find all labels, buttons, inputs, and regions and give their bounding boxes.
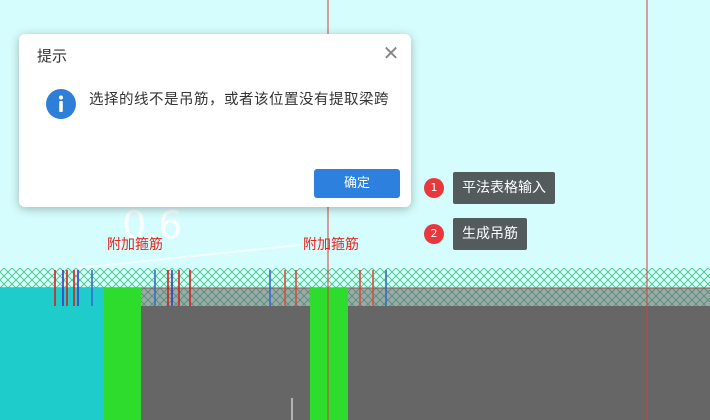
column-green-middle xyxy=(310,288,348,420)
step-badge: 2 xyxy=(424,224,444,244)
alert-dialog: 提示 ✕ 选择的线不是吊筋，或者该位置没有提取梁跨 确定 xyxy=(19,34,411,207)
menu-item-label: 生成吊筋 xyxy=(453,218,527,250)
column-cyan xyxy=(0,288,104,420)
stirrup-label: 附加箍筋 xyxy=(303,237,359,253)
column-green-left xyxy=(104,288,141,420)
ok-button[interactable]: 确定 xyxy=(314,169,400,198)
dialog-message: 选择的线不是吊筋，或者该位置没有提取梁跨 xyxy=(89,92,389,108)
beam-top-strip xyxy=(140,288,710,306)
stirrup-label: 附加箍筋 xyxy=(107,237,163,253)
dialog-title: 提示 xyxy=(37,47,68,65)
menu-item-label: 平法表格输入 xyxy=(453,172,555,204)
info-icon xyxy=(46,89,76,119)
beam-body xyxy=(140,306,710,420)
step-badge: 1 xyxy=(424,178,444,198)
close-icon[interactable]: ✕ xyxy=(381,43,401,63)
